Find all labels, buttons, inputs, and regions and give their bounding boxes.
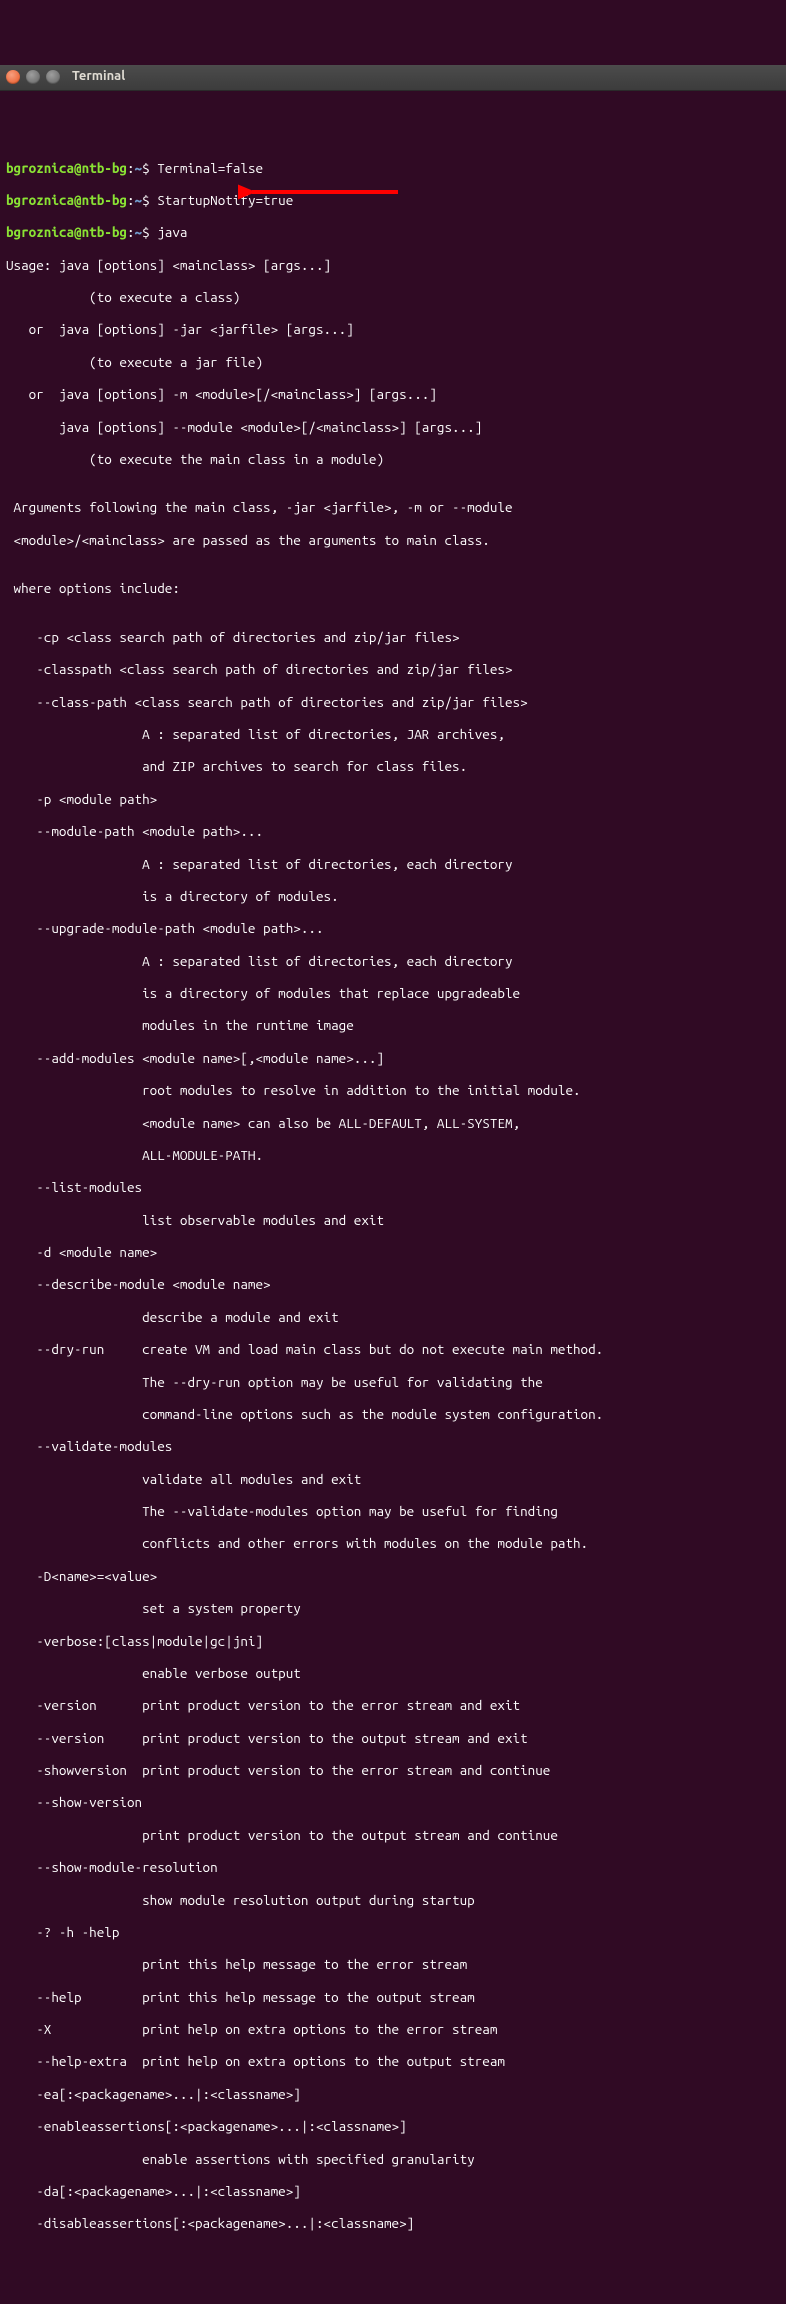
output-line: modules in the runtime image bbox=[6, 1017, 780, 1033]
prompt-line: bgroznica@ntb-bg:~$ StartupNotify=true bbox=[6, 192, 780, 208]
output-line: print product version to the output stre… bbox=[6, 1827, 780, 1843]
output-line: conflicts and other errors with modules … bbox=[6, 1535, 780, 1551]
output-line: enable verbose output bbox=[6, 1665, 780, 1681]
output-line: -cp <class search path of directories an… bbox=[6, 629, 780, 645]
output-line: java [options] --module <module>[/<mainc… bbox=[6, 419, 780, 435]
output-line: A : separated list of directories, each … bbox=[6, 953, 780, 969]
output-line: -da[:<packagename>...|:<classname>] bbox=[6, 2183, 780, 2199]
output-line: -version print product version to the er… bbox=[6, 1697, 780, 1713]
prompt-cwd: ~ bbox=[135, 192, 143, 208]
close-icon[interactable] bbox=[6, 70, 20, 84]
output-line: -d <module name> bbox=[6, 1244, 780, 1260]
output-line: Usage: java [options] <mainclass> [args.… bbox=[6, 257, 780, 273]
output-line: --class-path <class search path of direc… bbox=[6, 694, 780, 710]
output-line: Arguments following the main class, -jar… bbox=[6, 499, 780, 515]
output-line: -ea[:<packagename>...|:<classname>] bbox=[6, 2086, 780, 2102]
output-line: show module resolution output during sta… bbox=[6, 1892, 780, 1908]
output-line: <module name> can also be ALL-DEFAULT, A… bbox=[6, 1115, 780, 1131]
output-line: -disableassertions[:<packagename>...|:<c… bbox=[6, 2215, 780, 2231]
output-line: -X print help on extra options to the er… bbox=[6, 2021, 780, 2037]
output-line: -enableassertions[:<packagename>...|:<cl… bbox=[6, 2118, 780, 2134]
output-line: --upgrade-module-path <module path>... bbox=[6, 920, 780, 936]
output-line: -p <module path> bbox=[6, 791, 780, 807]
prompt-user-host: bgroznica@ntb-bg bbox=[6, 192, 127, 208]
output-line: print this help message to the error str… bbox=[6, 1956, 780, 1972]
output-line: -? -h -help bbox=[6, 1924, 780, 1940]
prompt-cwd: ~ bbox=[135, 160, 143, 176]
output-line: The --validate-modules option may be use… bbox=[6, 1503, 780, 1519]
output-line: or java [options] -jar <jarfile> [args..… bbox=[6, 321, 780, 337]
output-line: --version print product version to the o… bbox=[6, 1730, 780, 1746]
output-line: enable assertions with specified granula… bbox=[6, 2151, 780, 2167]
minimize-icon[interactable] bbox=[26, 70, 40, 84]
output-line: (to execute the main class in a module) bbox=[6, 451, 780, 467]
output-line: where options include: bbox=[6, 580, 780, 596]
prompt-line: bgroznica@ntb-bg:~$ java bbox=[6, 224, 780, 240]
output-line: --add-modules <module name>[,<module nam… bbox=[6, 1050, 780, 1066]
output-line: or java [options] -m <module>[/<mainclas… bbox=[6, 386, 780, 402]
maximize-icon[interactable] bbox=[46, 70, 60, 84]
output-line: is a directory of modules that replace u… bbox=[6, 985, 780, 1001]
command-text: Terminal=false bbox=[157, 160, 263, 176]
command-text: java bbox=[157, 224, 187, 240]
output-line: The --dry-run option may be useful for v… bbox=[6, 1374, 780, 1390]
output-line: -D<name>=<value> bbox=[6, 1568, 780, 1584]
output-line: --validate-modules bbox=[6, 1438, 780, 1454]
output-line: --help print this help message to the ou… bbox=[6, 1989, 780, 2005]
output-line: <module>/<mainclass> are passed as the a… bbox=[6, 532, 780, 548]
output-line: validate all modules and exit bbox=[6, 1471, 780, 1487]
output-line: --show-module-resolution bbox=[6, 1859, 780, 1875]
output-line: describe a module and exit bbox=[6, 1309, 780, 1325]
window-title: Terminal bbox=[72, 69, 125, 85]
prompt-line: bgroznica@ntb-bg:~$ Terminal=false bbox=[6, 160, 780, 176]
output-line: command-line options such as the module … bbox=[6, 1406, 780, 1422]
prompt-cwd: ~ bbox=[135, 224, 143, 240]
window-titlebar: Terminal bbox=[0, 65, 786, 91]
output-line: --list-modules bbox=[6, 1179, 780, 1195]
output-line: A : separated list of directories, JAR a… bbox=[6, 726, 780, 742]
output-line: --module-path <module path>... bbox=[6, 823, 780, 839]
output-line: --describe-module <module name> bbox=[6, 1276, 780, 1292]
output-line: -classpath <class search path of directo… bbox=[6, 661, 780, 677]
output-line: is a directory of modules. bbox=[6, 888, 780, 904]
output-line: A : separated list of directories, each … bbox=[6, 856, 780, 872]
output-line: -verbose:[class|module|gc|jni] bbox=[6, 1633, 780, 1649]
command-text: StartupNotify=true bbox=[157, 192, 293, 208]
output-line: (to execute a jar file) bbox=[6, 354, 780, 370]
output-line: -showversion print product version to th… bbox=[6, 1762, 780, 1778]
output-line: root modules to resolve in addition to t… bbox=[6, 1082, 780, 1098]
output-line: --help-extra print help on extra options… bbox=[6, 2053, 780, 2069]
output-line: --show-version bbox=[6, 1794, 780, 1810]
output-line: and ZIP archives to search for class fil… bbox=[6, 758, 780, 774]
terminal-viewport[interactable]: bgroznica@ntb-bg:~$ Terminal=false bgroz… bbox=[0, 123, 786, 2256]
output-line: --dry-run create VM and load main class … bbox=[6, 1341, 780, 1357]
prompt-user-host: bgroznica@ntb-bg bbox=[6, 224, 127, 240]
output-line: set a system property bbox=[6, 1600, 780, 1616]
output-line: (to execute a class) bbox=[6, 289, 780, 305]
output-line: list observable modules and exit bbox=[6, 1212, 780, 1228]
output-line: ALL-MODULE-PATH. bbox=[6, 1147, 780, 1163]
prompt-user-host: bgroznica@ntb-bg bbox=[6, 160, 127, 176]
